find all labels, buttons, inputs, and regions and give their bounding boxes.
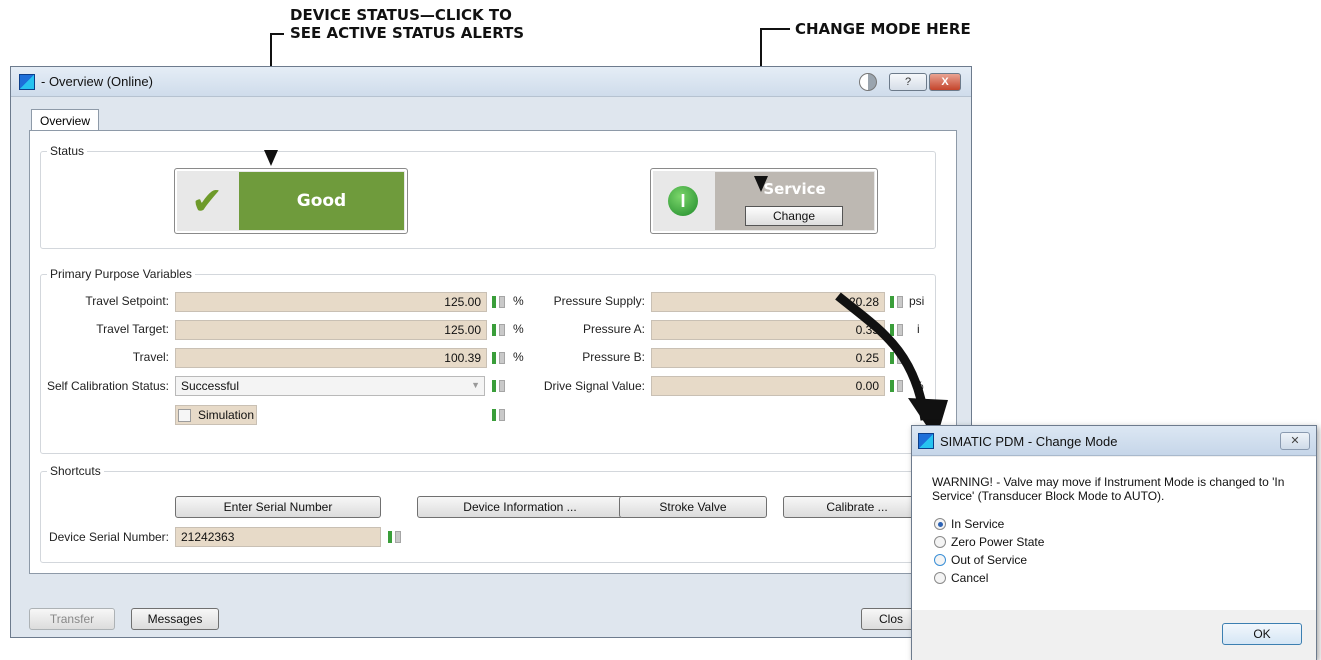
radio-icon bbox=[934, 554, 946, 566]
mode-status-value: Service bbox=[763, 180, 826, 198]
serial-number-field[interactable]: 21242363 bbox=[175, 527, 381, 547]
dialog-title: SIMATIC PDM - Change Mode bbox=[940, 434, 1118, 449]
self-calibration-value: Successful bbox=[181, 379, 240, 393]
calibrate-button[interactable]: Calibrate ... bbox=[783, 496, 931, 518]
tab-strip: Overview bbox=[31, 109, 100, 132]
update-indicator-icon bbox=[889, 379, 905, 393]
shortcuts-legend: Shortcuts bbox=[47, 464, 104, 478]
pressure-b-value: 0.25 bbox=[651, 348, 885, 368]
device-status-callout: DEVICE STATUS—CLICK TO SEE ACTIVE STATUS… bbox=[290, 6, 524, 42]
update-indicator-icon bbox=[889, 295, 905, 309]
window-titlebar[interactable]: - Overview (Online) ? X bbox=[11, 67, 971, 97]
pressure-supply-value: 20.28 bbox=[651, 292, 885, 312]
change-mode-dialog: SIMATIC PDM - Change Mode ✕ WARNING! - V… bbox=[911, 425, 1317, 660]
update-indicator-icon bbox=[889, 351, 905, 365]
radio-zero-power-state[interactable]: Zero Power State bbox=[934, 535, 1044, 549]
device-information-button[interactable]: Device Information ... bbox=[417, 496, 623, 518]
callout-leader bbox=[270, 33, 284, 35]
overview-panel: Status ✔ Good I Service Change Primary P… bbox=[29, 130, 957, 574]
update-indicator-icon bbox=[889, 323, 905, 337]
update-indicator-icon bbox=[387, 530, 403, 544]
tab-overview[interactable]: Overview bbox=[31, 109, 100, 132]
stroke-valve-button[interactable]: Stroke Valve bbox=[619, 496, 767, 518]
pressure-supply-label: Pressure Supply: bbox=[553, 294, 645, 308]
pressure-a-value: 0.35 bbox=[651, 320, 885, 340]
chevron-down-icon: ▼ bbox=[471, 380, 480, 390]
drive-signal-value: 0.00 bbox=[651, 376, 885, 396]
pressure-supply-unit: psi bbox=[909, 294, 925, 308]
primary-legend: Primary Purpose Variables bbox=[47, 267, 195, 281]
overview-window: - Overview (Online) ? X Overview Status … bbox=[10, 66, 972, 638]
enter-serial-number-button[interactable]: Enter Serial Number bbox=[175, 496, 381, 518]
radio-out-of-service[interactable]: Out of Service bbox=[934, 553, 1027, 567]
app-icon bbox=[19, 74, 35, 90]
online-status-icon bbox=[859, 73, 877, 91]
self-calibration-select[interactable]: Successful ▼ bbox=[175, 376, 485, 396]
radio-in-service-label: In Service bbox=[951, 517, 1005, 531]
radio-selected-icon bbox=[934, 518, 946, 530]
serial-number-label: Device Serial Number: bbox=[48, 530, 169, 544]
window-title: - Overview (Online) bbox=[41, 74, 153, 89]
status-legend: Status bbox=[47, 144, 88, 158]
status-group: Status ✔ Good I Service Change bbox=[40, 144, 936, 249]
help-button[interactable]: ? bbox=[889, 73, 927, 91]
radio-in-service[interactable]: In Service bbox=[934, 517, 1004, 531]
update-indicator-icon bbox=[491, 295, 507, 309]
dialog-titlebar[interactable]: SIMATIC PDM - Change Mode ✕ bbox=[912, 426, 1316, 456]
travel-value: 100.39 bbox=[175, 348, 487, 368]
dialog-close-button[interactable]: ✕ bbox=[1280, 432, 1310, 450]
travel-target-value: 125.00 bbox=[175, 320, 487, 340]
simulation-label: Simulation bbox=[198, 408, 255, 422]
update-indicator-icon bbox=[491, 323, 507, 337]
update-indicator-icon bbox=[491, 379, 507, 393]
travel-target-label: Travel Target: bbox=[96, 322, 169, 336]
drive-signal-unit: % bbox=[913, 379, 924, 393]
radio-zero-power-label: Zero Power State bbox=[951, 535, 1045, 549]
travel-setpoint-value: 125.00 bbox=[175, 292, 487, 312]
close-window-button[interactable]: X bbox=[929, 73, 961, 91]
travel-label: Travel: bbox=[132, 350, 169, 364]
dialog-body: WARNING! - Valve may move if Instrument … bbox=[912, 457, 1316, 610]
pressure-a-unit: i bbox=[917, 322, 920, 336]
device-status-card[interactable]: ✔ Good bbox=[174, 168, 408, 234]
travel-setpoint-label: Travel Setpoint: bbox=[85, 294, 169, 308]
transfer-button[interactable]: Transfer bbox=[29, 608, 115, 630]
update-indicator-icon bbox=[491, 351, 507, 365]
dialog-footer: OK bbox=[912, 610, 1316, 660]
check-icon: ✔ bbox=[191, 180, 223, 223]
drive-signal-label: Drive Signal Value: bbox=[543, 379, 645, 393]
mode-indicator: I bbox=[651, 169, 715, 233]
messages-button[interactable]: Messages bbox=[131, 608, 219, 630]
shortcuts-group: Shortcuts Enter Serial Number Device Inf… bbox=[40, 464, 936, 563]
primary-variables-group: Primary Purpose Variables Travel Setpoin… bbox=[40, 267, 936, 454]
radio-cancel-label: Cancel bbox=[951, 571, 989, 585]
change-mode-callout: CHANGE MODE HERE bbox=[795, 20, 971, 38]
device-status-value: Good bbox=[239, 172, 404, 230]
update-indicator-icon bbox=[491, 408, 507, 422]
radio-icon bbox=[934, 536, 946, 548]
mode-fill: Service Change bbox=[715, 172, 874, 230]
mode-icon: I bbox=[668, 186, 698, 216]
radio-out-of-service-label: Out of Service bbox=[951, 553, 1028, 567]
pressure-b-label: Pressure B: bbox=[582, 350, 645, 364]
self-calibration-label: Self Calibration Status: bbox=[46, 379, 169, 393]
app-icon bbox=[918, 433, 934, 449]
callout-line-1: DEVICE STATUS—CLICK TO bbox=[290, 6, 512, 24]
callout-line-2: SEE ACTIVE STATUS ALERTS bbox=[290, 24, 525, 42]
radio-icon bbox=[934, 572, 946, 584]
simulation-checkbox[interactable] bbox=[178, 409, 191, 422]
callout-leader bbox=[760, 28, 790, 30]
ok-button[interactable]: OK bbox=[1222, 623, 1302, 645]
dialog-warning: WARNING! - Valve may move if Instrument … bbox=[932, 475, 1285, 503]
change-mode-button[interactable]: Change bbox=[745, 206, 843, 226]
mode-status-card: I Service Change bbox=[650, 168, 878, 234]
radio-cancel[interactable]: Cancel bbox=[934, 571, 988, 585]
pressure-a-label: Pressure A: bbox=[582, 322, 645, 336]
